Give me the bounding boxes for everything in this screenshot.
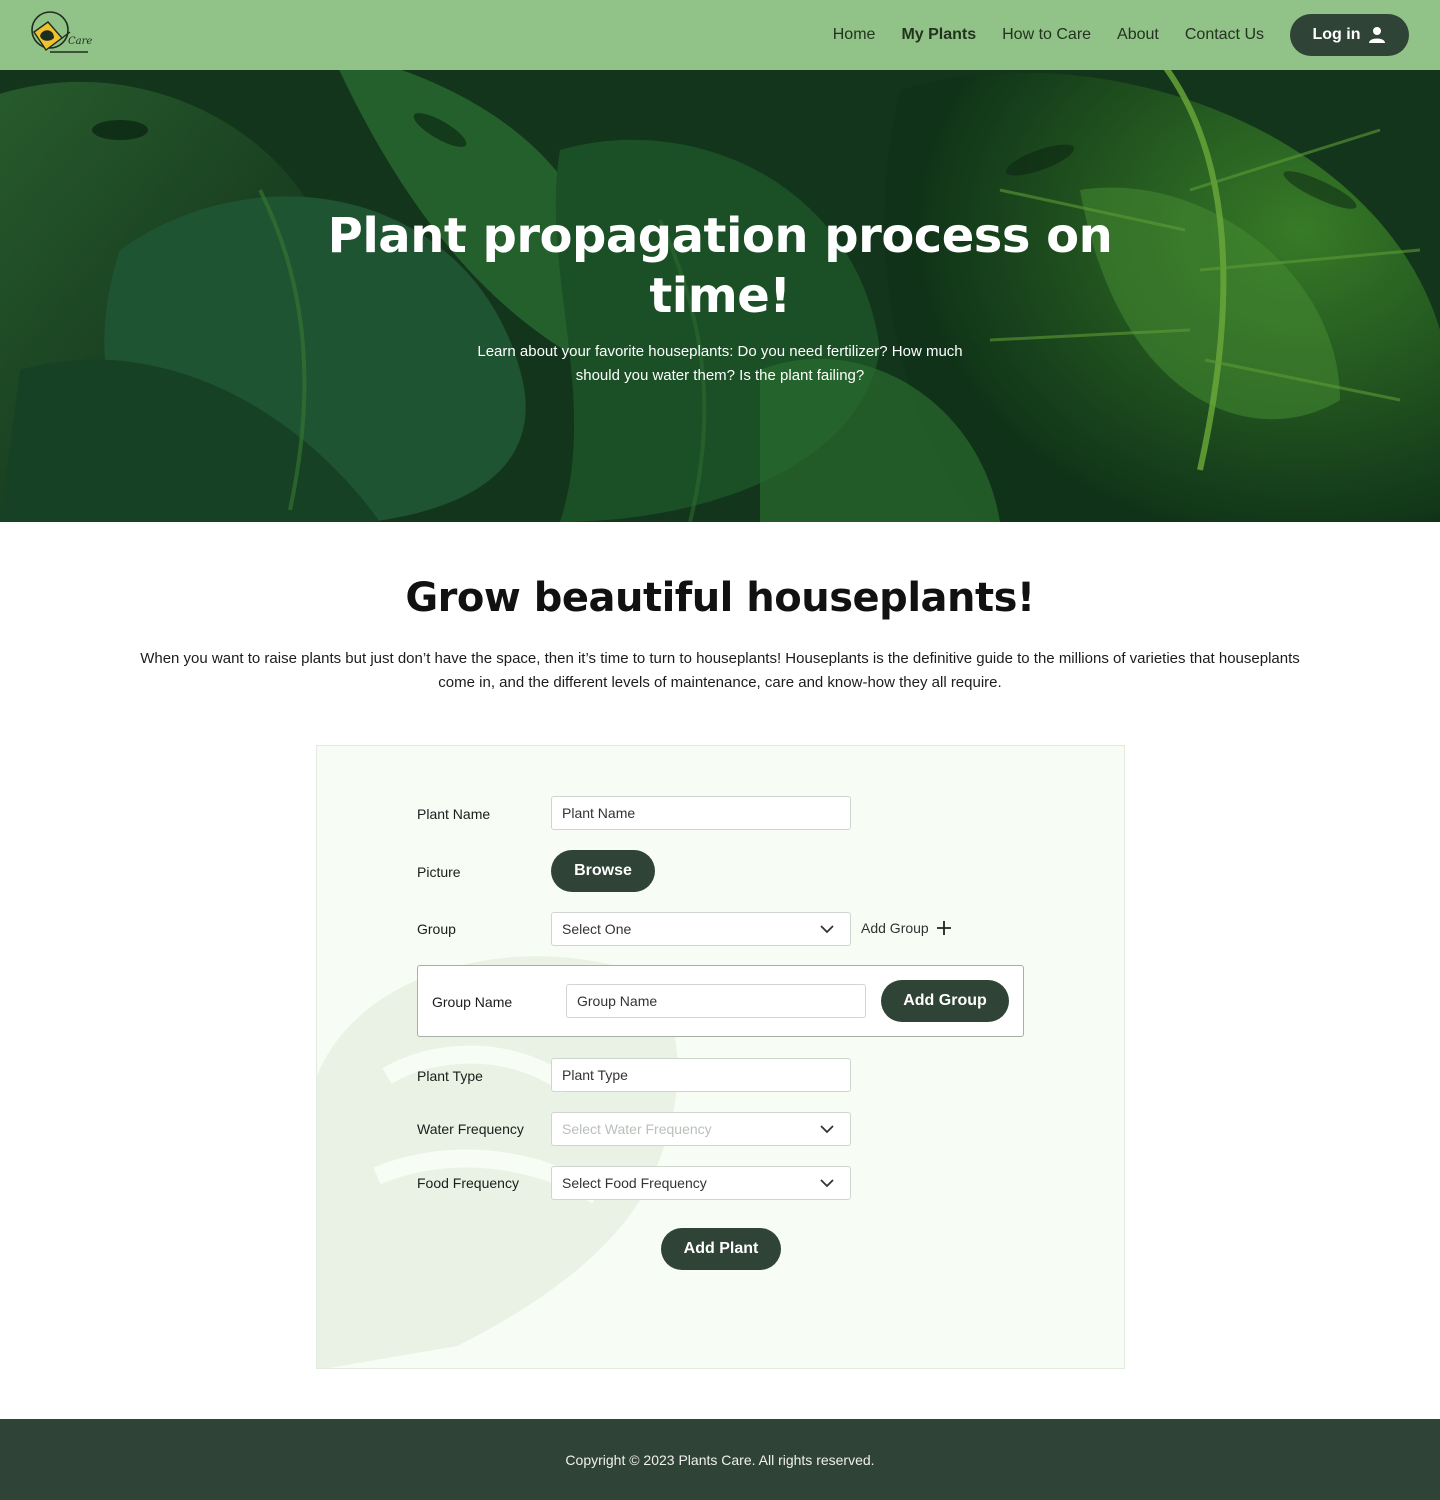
hero-banner: Plant propagation process on time! Learn… <box>0 70 1440 522</box>
leaf-logo-icon <box>31 11 88 53</box>
group-label: Group <box>417 921 456 937</box>
group-name-label: Group Name <box>432 994 513 1010</box>
water-frequency-select[interactable]: Select Water Frequency <box>551 1112 851 1146</box>
nav-home[interactable]: Home <box>833 26 876 44</box>
new-group-panel: Group Name Group Name Add Group <box>417 965 1024 1037</box>
nav-contact-us[interactable]: Contact Us <box>1185 26 1264 44</box>
hero-subtitle: Learn about your favorite houseplants: D… <box>477 343 963 384</box>
plant-type-label: Plant Type <box>417 1068 483 1084</box>
add-plant-button[interactable]: Add Plant <box>661 1228 781 1270</box>
food-frequency-label: Food Frequency <box>417 1175 519 1191</box>
browse-button[interactable]: Browse <box>551 850 655 892</box>
user-icon <box>1369 27 1386 43</box>
section-title: Grow beautiful houseplants! <box>405 575 1035 621</box>
nav-how-to-care[interactable]: How to Care <box>1002 26 1091 44</box>
login-label: Log in <box>1312 26 1361 43</box>
chevron-down-icon <box>820 925 834 934</box>
plant-type-input[interactable]: Plant Type <box>551 1058 851 1092</box>
add-group-button[interactable]: Add Group <box>881 980 1009 1022</box>
nav-my-plants[interactable]: My Plants <box>901 26 976 44</box>
login-button[interactable]: Log in <box>1290 14 1409 56</box>
group-select[interactable]: Select One <box>551 912 851 946</box>
copyright-text: Copyright © 2023 Plants Care. All rights… <box>565 1452 875 1468</box>
plant-name-label: Plant Name <box>417 806 491 822</box>
chevron-down-icon <box>820 1179 834 1188</box>
section-description: When you want to raise plants but just d… <box>140 650 1300 691</box>
logo-text: Care <box>68 36 93 47</box>
plus-icon <box>936 921 951 935</box>
add-plant-form: Plant Name Plant Name Picture Browse Gro… <box>316 745 1125 1369</box>
add-group-link[interactable]: Add Group <box>861 920 951 936</box>
picture-label: Picture <box>417 864 461 880</box>
main-nav: Home My Plants How to Care About Contact… <box>833 0 1264 70</box>
group-name-input[interactable]: Group Name <box>566 984 866 1018</box>
nav-about[interactable]: About <box>1117 26 1159 44</box>
chevron-down-icon <box>820 1125 834 1134</box>
brand-logo[interactable] <box>28 8 92 60</box>
food-frequency-select[interactable]: Select Food Frequency <box>551 1166 851 1200</box>
site-header: Care Home My Plants How to Care About Co… <box>0 0 1440 70</box>
hero-title: Plant propagation process on time! <box>327 208 1113 324</box>
water-frequency-label: Water Frequency <box>417 1121 524 1137</box>
plant-name-input[interactable]: Plant Name <box>551 796 851 830</box>
site-footer: Copyright © 2023 Plants Care. All rights… <box>0 1419 1440 1500</box>
